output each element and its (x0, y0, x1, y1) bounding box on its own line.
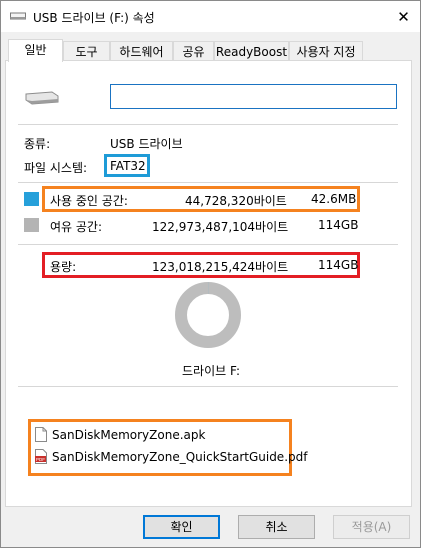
tab-general[interactable]: 일반 (8, 39, 63, 62)
filesystem-label: 파일 시스템: (24, 161, 88, 175)
ok-button[interactable]: 확인 (143, 515, 220, 539)
usb-drive-icon (10, 12, 26, 20)
free-space-ring (175, 282, 241, 348)
used-space-size: 42.6MB (311, 192, 357, 206)
separator (18, 124, 398, 125)
usage-donut-chart (175, 282, 241, 348)
separator (18, 244, 398, 245)
apply-button[interactable]: 적용(A) (333, 515, 410, 539)
separator (18, 386, 398, 387)
type-label: 종류: (24, 137, 51, 151)
used-space-swatch (24, 192, 39, 206)
file-pdf[interactable]: SanDiskMemoryZone_QuickStartGuide.pdf (52, 450, 307, 464)
tab-hardware[interactable]: 하드웨어 (110, 41, 173, 61)
capacity-bytes: 123,018,215,424바이트 (152, 260, 289, 274)
document-icon (35, 427, 47, 442)
tab-tools[interactable]: 도구 (63, 41, 110, 61)
file-apk[interactable]: SanDiskMemoryZone.apk (52, 428, 205, 442)
free-space-label: 여유 공간: (50, 220, 103, 234)
capacity-size: 114GB (318, 258, 359, 272)
used-space-label: 사용 중인 공간: (50, 194, 128, 208)
free-space-bytes: 122,973,487,104바이트 (152, 220, 289, 234)
removable-drive-icon (25, 91, 59, 105)
drive-letter-label: 드라이브 F: (182, 364, 240, 378)
tab-customize[interactable]: 사용자 지정 (289, 41, 363, 61)
used-space-bytes: 44,728,320바이트 (185, 194, 287, 208)
separator (18, 182, 398, 183)
tab-sharing[interactable]: 공유 (173, 41, 214, 61)
filesystem-value: FAT32 (110, 159, 146, 173)
free-space-size: 114GB (318, 218, 359, 232)
pdf-badge-text: PDF (36, 457, 45, 462)
tab-readyboost[interactable]: ReadyBoost (214, 41, 289, 61)
drive-name-input[interactable] (110, 84, 397, 109)
title-bar: USB 드라이브 (F:) 속성 ✕ (1, 1, 420, 32)
pdf-icon: PDF (35, 449, 47, 464)
free-space-swatch (24, 218, 39, 232)
type-value: USB 드라이브 (110, 137, 183, 151)
window-title: USB 드라이브 (F:) 속성 (33, 11, 155, 25)
cancel-button[interactable]: 취소 (238, 515, 315, 539)
capacity-label: 용량: (50, 260, 77, 274)
close-button[interactable]: ✕ (387, 1, 420, 32)
